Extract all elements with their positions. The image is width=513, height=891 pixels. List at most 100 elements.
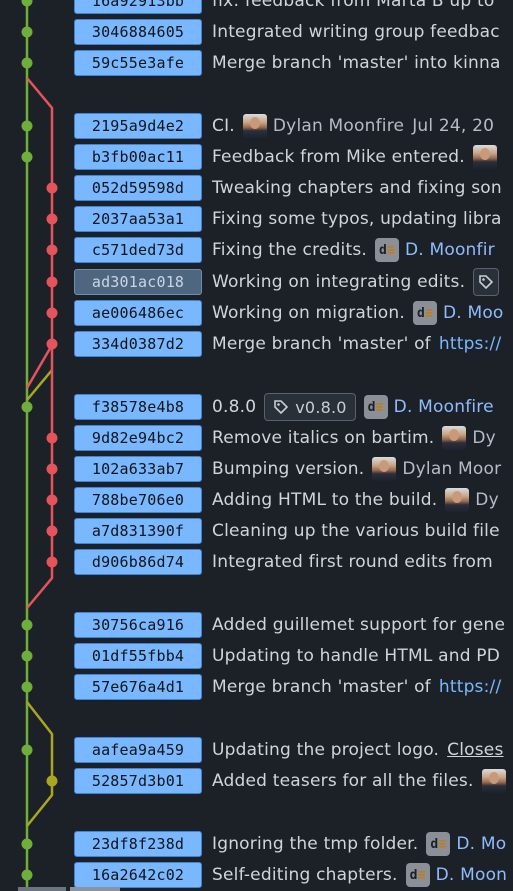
commit-sha-button[interactable]: 23df8f238d [74, 831, 202, 857]
commit-row[interactable]: 01df55fbb4 Updating to handle HTML and PD [0, 640, 513, 671]
commit-message-line: Bumping version. Dylan Moor [212, 455, 501, 483]
commit-message-line: Merge branch 'master' into kinna [212, 49, 501, 77]
commit-message-line: fix: feedback from Marta B up to [212, 0, 494, 15]
commit-sha-button[interactable]: 52857d3b01 [74, 768, 202, 794]
avatar [445, 488, 470, 512]
commit-link[interactable]: https:// [439, 677, 502, 697]
commit-row[interactable]: aafea9a459 Updating the project logo. Clos… [0, 734, 513, 765]
commit-row[interactable]: f38578e4b8 0.8.0 v0.8.0 d ≡ D. Moonfire [0, 391, 513, 422]
commit-sha-button[interactable]: 334d0387d2 [74, 331, 202, 357]
author[interactable]: Dylan Moor [372, 457, 501, 481]
commit-message: Integrated first round edits from [212, 552, 493, 572]
commit-row[interactable]: 3046884605 Integrated writing group feedb… [0, 16, 513, 47]
d-author-icon: d ≡ [363, 395, 388, 419]
commit-message: Added teasers for all the files. [212, 771, 474, 791]
commit-message-line: Integrated first round edits from [212, 548, 493, 576]
commit-sha-button[interactable]: 2037aa53a1 [74, 206, 202, 232]
commit-sha-button[interactable]: d906b86d74 [74, 549, 202, 575]
commit-message-line: Merge branch 'master' of https:// [212, 330, 501, 358]
commit-link[interactable]: https:// [439, 334, 502, 354]
commit-row[interactable]: 57e676a4d1 Merge branch 'master' of https:… [0, 671, 513, 702]
author[interactable]: Dy [445, 488, 499, 512]
commit-message-line: Updating to handle HTML and PD [212, 642, 500, 670]
commit-sha-button[interactable]: 16a92913bb [74, 0, 202, 14]
commit-row[interactable]: 30756ca916 Added guillemet support for ge… [0, 609, 513, 640]
commit-row[interactable]: 2195a9d4e2 CI. Dylan Moonfire Jul 24, 20 [0, 110, 513, 141]
commit-sha-button[interactable]: 57e676a4d1 [74, 674, 202, 700]
commit-message-line: Integrated writing group feedbac [212, 18, 500, 46]
horizontal-scrollbar[interactable] [18, 887, 120, 891]
commit-row[interactable]: ad301ac018 Working on integrating edits. [0, 266, 513, 297]
commit-row[interactable]: 2037aa53a1 Fixing some typos, updating li… [0, 203, 513, 234]
commit-sha-button[interactable]: 01df55fbb4 [74, 643, 202, 669]
commit-sha-button[interactable]: b3fb00ac11 [74, 144, 202, 170]
commit-sha-button[interactable]: 102a633ab7 [74, 456, 202, 482]
commit-row[interactable]: 59c55e3afe Merge branch 'master' into kin… [0, 47, 513, 78]
author[interactable]: Dy [442, 426, 496, 450]
d-author-icon: d ≡ [374, 238, 399, 262]
author-name: D. Moonfire [393, 397, 494, 417]
commit-sha-button[interactable]: 052d59598d [74, 175, 202, 201]
d-author-icon: d ≡ [412, 301, 437, 325]
commit-message: Feedback from Mike entered. [212, 147, 465, 167]
author[interactable]: d ≡ D. Moon [405, 863, 508, 887]
commit-sha-button[interactable]: 2195a9d4e2 [74, 113, 202, 139]
commit-sha-button[interactable]: 788be706e0 [74, 487, 202, 513]
commit-sha-button[interactable]: 3046884605 [74, 19, 202, 45]
commit-sha-button[interactable]: a7d831390f [74, 518, 202, 544]
commit-sha-button[interactable]: ad301ac018 [74, 269, 202, 295]
author-name: Dy [475, 490, 499, 510]
author-name: D. Moon [435, 865, 508, 885]
commit-row[interactable]: 052d59598d Tweaking chapters and fixing s… [0, 172, 513, 203]
commit-row[interactable]: 16a92913bb fix: feedback from Marta B up … [0, 0, 513, 16]
commit-message-line: Working on migration. d ≡ D. Moo [212, 299, 504, 327]
author[interactable]: Dylan Moonfire [242, 114, 405, 138]
closes-issue-link[interactable]: Closes [447, 740, 503, 760]
commit-message-line: Remove italics on bartim. Dy [212, 424, 496, 452]
commit-message-line: Self-editing chapters. d ≡ D. Moon [212, 861, 507, 889]
commit-row[interactable]: d906b86d74 Integrated first round edits f… [0, 546, 513, 577]
commit-message: Merge branch 'master' into kinna [212, 53, 501, 73]
commit-row[interactable]: 102a633ab7 Bumping version. Dylan Moor [0, 453, 513, 484]
commit-sha-button[interactable]: 59c55e3afe [74, 50, 202, 76]
author[interactable] [472, 145, 497, 169]
avatar [442, 426, 467, 450]
tag-icon [479, 275, 494, 290]
commit-sha-button[interactable]: f38578e4b8 [74, 394, 202, 420]
commit-message: Updating the project logo. [212, 740, 440, 760]
tag-chip[interactable]: v0.8.0 [264, 393, 356, 421]
commit-row[interactable]: 788be706e0 Adding HTML to the build. Dy [0, 484, 513, 515]
commit-row[interactable]: c571ded73d Fixing the credits. d ≡ D. Moonfi… [0, 234, 513, 265]
author-name: D. Mo [456, 834, 507, 854]
author-name: D. Moonfir [404, 240, 495, 260]
commit-sha-button[interactable]: 16a2642c02 [74, 862, 202, 888]
commit-row[interactable]: a7d831390f Cleaning up the various build … [0, 515, 513, 546]
commit-row[interactable]: ae006486ec Working on migration. d ≡ D. Moo [0, 297, 513, 328]
commit-message-line: 0.8.0 v0.8.0 d ≡ D. Moonfire [212, 393, 494, 421]
commit-row[interactable]: 16a2642c02 Self-editing chapters. d ≡ D. Moo… [0, 859, 513, 890]
author[interactable]: d ≡ D. Moonfir [374, 238, 495, 262]
commit-message-line: Fixing some typos, updating libra [212, 205, 502, 233]
author[interactable]: d ≡ D. Mo [426, 832, 506, 856]
commit-row[interactable]: 334d0387d2 Merge branch 'master' of https:… [0, 328, 513, 359]
commit-message-line: Added guillemet support for gene [212, 611, 505, 639]
commit-row[interactable]: 23df8f238d Ignoring the tmp folder. d ≡ D. M… [0, 828, 513, 859]
commit-row[interactable]: b3fb00ac11 Feedback from Mike entered. [0, 141, 513, 172]
commit-message: Cleaning up the various build file [212, 521, 500, 541]
author-name: Dylan Moonfire [272, 116, 405, 136]
commit-sha-button[interactable]: ae006486ec [74, 300, 202, 326]
commit-row[interactable]: 9d82e94bc2 Remove italics on bartim. Dy [0, 422, 513, 453]
d-author-icon: d ≡ [426, 832, 451, 856]
commit-row[interactable]: 52857d3b01 Added teasers for all the file… [0, 765, 513, 796]
commit-sha-button[interactable]: c571ded73d [74, 237, 202, 263]
tag-chip[interactable] [473, 268, 500, 296]
author[interactable]: d ≡ D. Moo [412, 301, 504, 325]
commit-sha-button[interactable]: 9d82e94bc2 [74, 425, 202, 451]
commit-message: Added guillemet support for gene [212, 615, 506, 635]
commit-message: Bumping version. [212, 459, 365, 479]
commit-sha-button[interactable]: aafea9a459 [74, 737, 202, 763]
commit-message: Fixing some typos, updating libra [212, 209, 502, 229]
author[interactable]: d ≡ D. Moonfire [363, 395, 494, 419]
commit-sha-button[interactable]: 30756ca916 [74, 612, 202, 638]
author[interactable] [481, 769, 506, 793]
